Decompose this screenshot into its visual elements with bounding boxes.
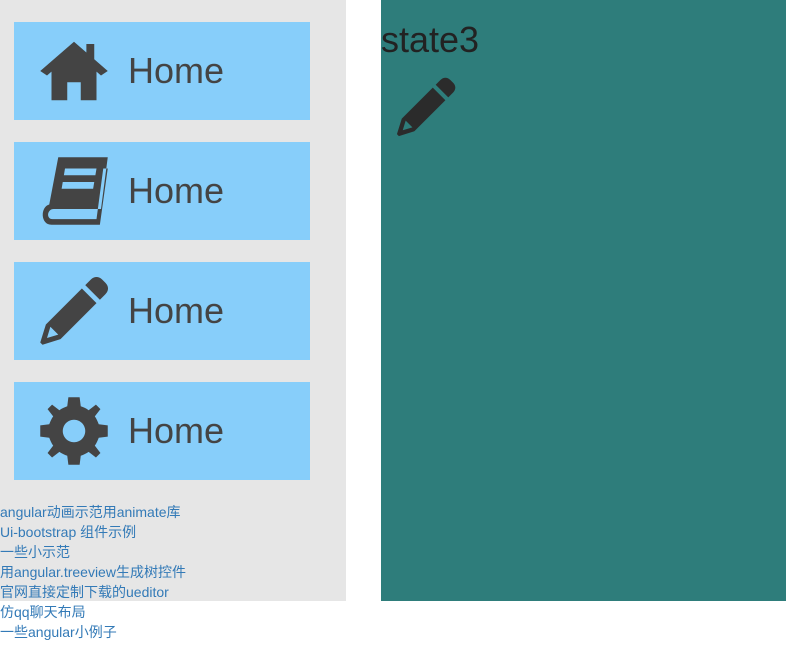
link-ui-bootstrap[interactable]: Ui-bootstrap 组件示例 [0, 522, 346, 542]
sidebar-item-label: Home [128, 290, 225, 331]
sidebar-item-home-3[interactable]: Home [14, 262, 310, 360]
sidebar-item-label: Home [128, 50, 225, 91]
link-angular-animate[interactable]: angular动画示范用animate库 [0, 502, 346, 522]
pencil-icon [395, 76, 457, 138]
link-small-demos[interactable]: 一些小示范 [0, 542, 346, 562]
main-content: state3 [381, 0, 786, 601]
book-icon-svg [42, 157, 108, 225]
pencil-icon [38, 275, 110, 347]
link-ueditor[interactable]: 官网直接定制下载的ueditor [0, 582, 346, 602]
link-qq-chat-layout[interactable]: 仿qq聊天布局 [0, 602, 346, 622]
sidebar-item-label: Home [128, 410, 225, 451]
page: Home Home Home Home angular动画示范用animate库… [0, 0, 786, 652]
home-icon-svg [40, 41, 108, 101]
pencil-icon-svg [40, 276, 109, 345]
sidebar-item-label: Home [128, 170, 225, 211]
sidebar-item-home-1[interactable]: Home [14, 22, 310, 120]
sidebar-item-home-4[interactable]: Home [14, 382, 310, 480]
gear-icon-svg [40, 397, 108, 465]
link-angular-examples[interactable]: 一些angular小例子 [0, 622, 346, 642]
page-title: state3 [381, 19, 480, 60]
book-icon [38, 155, 110, 227]
gear-icon [38, 395, 110, 467]
link-list: angular动画示范用animate库 Ui-bootstrap 组件示例 一… [0, 502, 346, 642]
pencil-icon-svg [396, 77, 456, 137]
sidebar-item-home-2[interactable]: Home [14, 142, 310, 240]
home-icon [38, 35, 110, 107]
link-angular-treeview[interactable]: 用angular.treeview生成树控件 [0, 562, 346, 582]
